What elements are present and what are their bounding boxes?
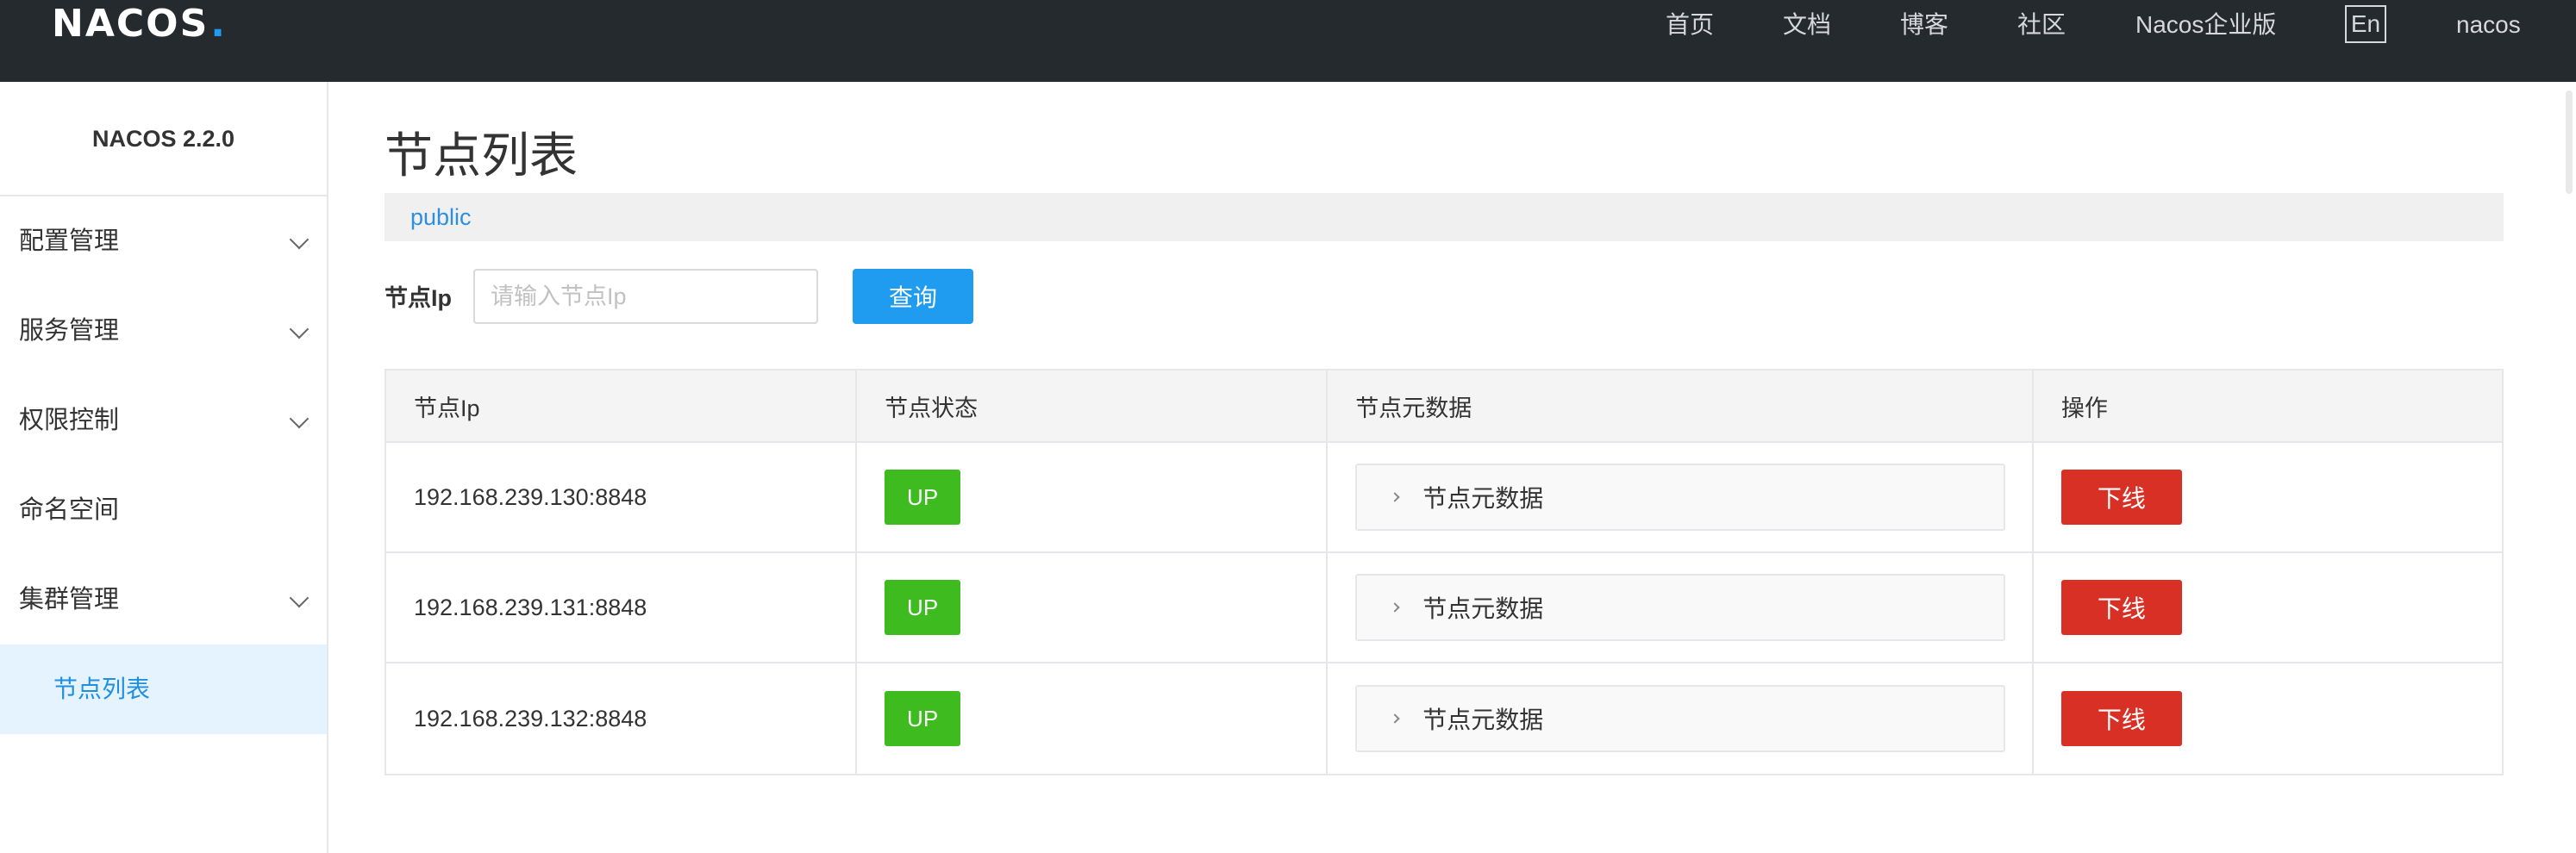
column-header-metadata: 节点元数据	[1328, 370, 2034, 441]
namespace-link-public[interactable]: public	[410, 204, 472, 230]
offline-button[interactable]: 下线	[2060, 470, 2182, 525]
page-title: 节点列表	[385, 128, 578, 183]
chevron-down-icon	[289, 408, 309, 429]
sidebar-item-label: 服务管理	[19, 317, 120, 345]
logo-dot: .	[210, 2, 227, 46]
query-button[interactable]: 查询	[853, 269, 973, 324]
node-ip-cell: 192.168.239.132:8848	[386, 663, 858, 774]
sidebar-subitem-node-list[interactable]: 节点列表	[0, 644, 327, 734]
sidebar-item-service[interactable]: 服务管理	[0, 286, 327, 376]
table-row: 192.168.239.130:8848 UP 节点元数据 下线	[386, 443, 2502, 553]
chevron-right-icon	[1390, 602, 1400, 613]
table-row: 192.168.239.131:8848 UP 节点元数据 下线	[386, 553, 2502, 663]
chevron-down-icon	[289, 319, 309, 339]
scrollbar-thumb[interactable]	[2566, 90, 2573, 194]
sidebar-item-config[interactable]: 配置管理	[0, 196, 327, 286]
nav-home[interactable]: 首页	[1666, 0, 1714, 50]
node-ip-cell: 192.168.239.130:8848	[386, 443, 858, 551]
metadata-label: 节点元数据	[1422, 707, 1544, 733]
column-header-action: 操作	[2060, 395, 2108, 421]
metadata-expander[interactable]: 节点元数据	[1355, 574, 2006, 641]
metadata-expander[interactable]: 节点元数据	[1355, 464, 2006, 531]
offline-button[interactable]: 下线	[2060, 580, 2182, 635]
node-metadata-cell: 节点元数据	[1328, 553, 2034, 662]
top-header: NACOS. 首页 文档 博客 社区 Nacos企业版 En nacos	[0, 0, 2576, 82]
sidebar-item-label: 集群管理	[19, 586, 120, 613]
nacos-logo[interactable]: NACOS.	[52, 0, 227, 47]
node-ip-search-input[interactable]	[473, 269, 818, 324]
sidebar-item-label: 命名空间	[19, 496, 120, 524]
nav-blog[interactable]: 博客	[1900, 0, 1948, 50]
table-header-row: 节点Ip 节点状态 节点元数据 操作	[386, 370, 2502, 443]
node-status-cell: UP	[857, 553, 1329, 662]
language-switch-button[interactable]: En	[2345, 5, 2386, 43]
node-action-cell: 下线	[2034, 443, 2502, 551]
metadata-label: 节点元数据	[1422, 595, 1544, 622]
nav-community[interactable]: 社区	[2017, 0, 2066, 50]
sidebar-item-label: 权限控制	[19, 407, 120, 434]
sidebar-title: NACOS 2.2.0	[0, 82, 327, 196]
node-table: 节点Ip 节点状态 节点元数据 操作 192.168.239.130:8848 …	[385, 369, 2504, 775]
node-status-cell: UP	[857, 443, 1329, 551]
column-header-ip: 节点Ip	[386, 370, 858, 441]
sidebar: NACOS 2.2.0 配置管理 服务管理 权限控制 命名空间 集群管理 节点列…	[0, 82, 328, 853]
chevron-down-icon	[289, 229, 309, 250]
metadata-label: 节点元数据	[1422, 485, 1544, 512]
sidebar-item-namespace[interactable]: 命名空间	[0, 465, 327, 555]
nav-enterprise[interactable]: Nacos企业版	[2135, 0, 2276, 50]
chevron-right-icon	[1390, 713, 1400, 724]
user-menu[interactable]: nacos	[2456, 0, 2521, 50]
status-badge: UP	[885, 691, 961, 746]
nav-docs[interactable]: 文档	[1783, 0, 1831, 50]
status-badge: UP	[885, 580, 961, 635]
offline-button[interactable]: 下线	[2060, 691, 2182, 746]
logo-text: NACOS	[52, 2, 209, 46]
status-badge: UP	[885, 470, 961, 525]
node-action-cell: 下线	[2034, 553, 2502, 662]
node-action-cell: 下线	[2034, 663, 2502, 774]
chevron-right-icon	[1390, 492, 1400, 502]
sidebar-item-auth[interactable]: 权限控制	[0, 376, 327, 465]
metadata-expander[interactable]: 节点元数据	[1355, 685, 2006, 752]
node-ip-label: 节点Ip	[385, 285, 452, 311]
chevron-down-icon	[289, 588, 309, 608]
sidebar-item-cluster[interactable]: 集群管理	[0, 555, 327, 644]
node-metadata-cell: 节点元数据	[1328, 663, 2034, 774]
sidebar-item-label: 配置管理	[19, 227, 120, 255]
node-status-cell: UP	[857, 663, 1329, 774]
table-row: 192.168.239.132:8848 UP 节点元数据 下线	[386, 663, 2502, 774]
node-ip-cell: 192.168.239.131:8848	[386, 553, 858, 662]
page-scrollbar[interactable]	[2562, 82, 2576, 853]
node-metadata-cell: 节点元数据	[1328, 443, 2034, 551]
column-header-status: 节点状态	[857, 370, 1329, 441]
namespace-bar: public	[385, 193, 2504, 241]
